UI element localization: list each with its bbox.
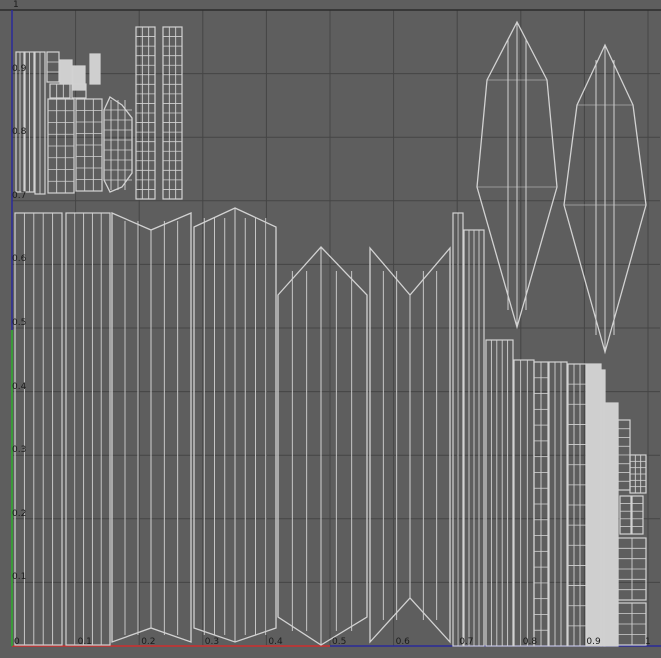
u-tick-label: 0.8 [522, 637, 538, 647]
v-tick-label: 0.7 [12, 190, 27, 201]
uv-shell-strip[interactable] [513, 359, 535, 647]
uv-shell-panel[interactable] [277, 246, 368, 646]
uv-shell-strip[interactable] [603, 402, 619, 647]
v-tick-label: 0.6 [12, 254, 27, 265]
uv-shell-small[interactable] [46, 51, 60, 83]
u-tick-label: 0.9 [586, 637, 601, 647]
uv-shell-small[interactable] [59, 59, 73, 85]
uv-shell-small[interactable] [619, 495, 632, 535]
uv-shell-small[interactable] [72, 65, 86, 91]
u-tick-label: 0.1 [77, 637, 92, 647]
uv-shell-strip[interactable] [65, 212, 111, 646]
v-tick-label: 0.2 [12, 508, 27, 519]
uv-shell-small[interactable] [49, 83, 71, 99]
u-tick-label: 0.3 [204, 637, 220, 647]
uv-editor-viewport[interactable]: 1 0 0.1 0.2 0.3 0.4 0.5 0.6 0.7 0.8 0.9 1 0.1 0.2 0.3 0… [0, 0, 661, 658]
uv-shell-small[interactable] [89, 53, 101, 85]
u-tick-label: 0 [14, 637, 20, 647]
v-tick-label: 1 [13, 0, 19, 10]
v-tick-label: 0.1 [12, 572, 27, 583]
v-tick-label: 0.3 [12, 445, 27, 456]
v-tick-label: 0.8 [12, 127, 27, 138]
v-tick-label: 0.9 [12, 63, 27, 74]
uv-shell-strip[interactable] [586, 363, 602, 647]
v-tick-label: 0.5 [12, 318, 27, 328]
u-tick-label: 0.6 [395, 637, 410, 647]
uv-shell-strip[interactable] [485, 339, 514, 647]
u-tick-label: 0.2 [141, 637, 156, 647]
uv-shells[interactable] [0, 0, 661, 658]
u-tick-label: 0.4 [268, 637, 283, 647]
u-tick-label: 0.5 [332, 637, 347, 647]
u-tick-label: 1 [645, 637, 651, 647]
v-tick-label: 0.4 [12, 381, 27, 392]
uv-shell-small[interactable] [631, 495, 644, 535]
u-tick-label: 0.7 [459, 637, 474, 647]
uv-shell-strip[interactable] [548, 361, 568, 647]
